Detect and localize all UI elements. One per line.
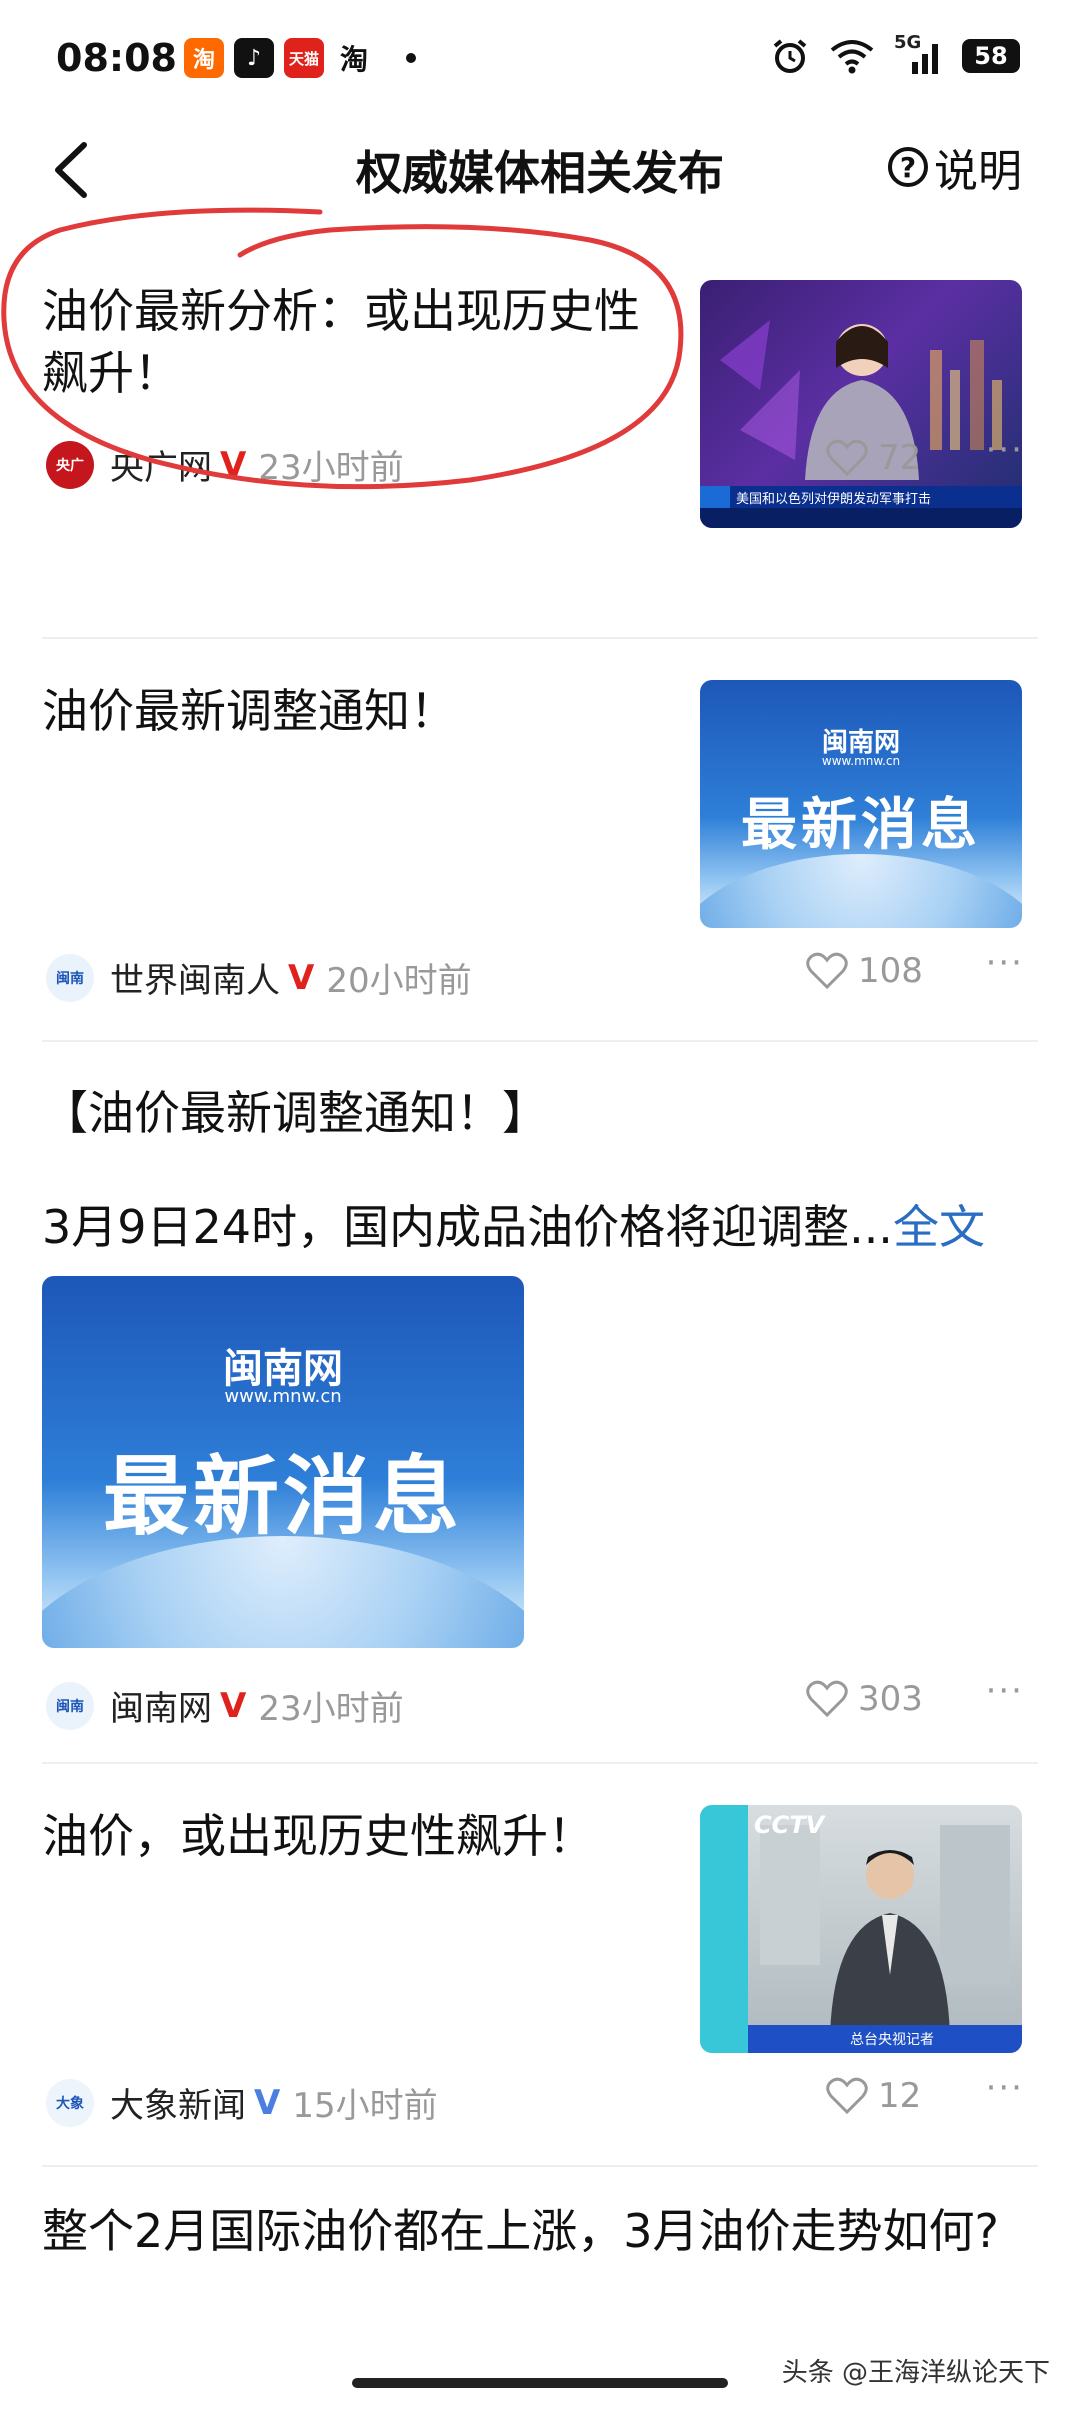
network-type: 5G [894, 32, 922, 53]
mnw-logo-icon: 闽南 [46, 953, 94, 1002]
alarm-icon [773, 39, 807, 73]
more-options-button[interactable]: ··· [986, 943, 1024, 983]
help-label: 说明 [934, 146, 1022, 197]
full-text-link[interactable]: 全文 [893, 1200, 985, 1254]
battery-icon: 58 [962, 39, 1020, 73]
more-options-button[interactable]: ··· [986, 2068, 1024, 2108]
earth-graphic [42, 1536, 524, 1648]
status-time: 08:08 [56, 36, 177, 80]
feed-item-meta: 央广 央广网 V 23小时前 [46, 440, 404, 489]
thumbnail-caption: 总台央视记者 [850, 2032, 934, 2048]
thumbnail-headline: 最新消息 [103, 1447, 463, 1547]
system-icons: 5G 58 [770, 32, 1020, 76]
source-name[interactable]: 闽南网 [110, 1681, 212, 1730]
like-button[interactable]: 303 [806, 1679, 923, 1719]
earth-graphic [700, 853, 1022, 928]
feed-item-title[interactable]: 【油价最新调整通知！】 [42, 1082, 1042, 1144]
feed-item-meta: 闽南 世界闽南人 V 20小时前 [46, 953, 472, 1002]
divider [42, 1040, 1038, 1042]
mnw-logo-icon: 闽南 [46, 1681, 94, 1730]
like-count: 12 [878, 2076, 922, 2116]
taobao-icon: 淘 [334, 38, 374, 78]
thumbnail-url: www.mnw.cn [821, 754, 901, 768]
publish-time: 23小时前 [258, 448, 404, 488]
notification-icons: 淘 ♪ 天猫 淘 [184, 38, 416, 78]
more-options-button[interactable]: ··· [986, 430, 1024, 470]
feed-item-thumbnail[interactable]: 美国和以色列对伊朗发动军事打击 [700, 280, 1022, 528]
feed-item-title[interactable]: 油价最新分析：或出现历史性飙升！ [42, 280, 682, 404]
taobao-tejia-icon: 淘 [184, 38, 224, 78]
divider [42, 1762, 1038, 1764]
nav-bar: 权威媒体相关发布 ? 说明 [0, 115, 1080, 225]
like-count: 72 [878, 438, 922, 478]
verified-badge-icon: V [254, 2082, 281, 2123]
thumbnail-headline: 最新消息 [741, 793, 981, 858]
help-button[interactable]: ? 说明 [888, 135, 1022, 199]
publish-time: 15小时前 [292, 2086, 438, 2126]
excerpt-text: 3月9日24时，国内成品油价格将迎调整... [42, 1200, 893, 1254]
feed-item-title[interactable]: 油价最新调整通知！ [42, 680, 682, 742]
divider [42, 2165, 1038, 2167]
feed-item-thumbnail[interactable]: CCTV 总台央视记者 [700, 1805, 1022, 2053]
feed-item[interactable]: 油价最新分析：或出现历史性飙升！ 美国和以色列对伊朗发动军事打击 央广 央广网 … [0, 270, 1080, 640]
heart-icon [806, 1680, 848, 1718]
heart-icon [826, 439, 868, 477]
verified-badge-icon: V [288, 957, 315, 998]
like-button[interactable]: 12 [826, 2076, 921, 2116]
dxxw-logo-icon: 大象 [46, 2078, 94, 2127]
divider [42, 637, 1038, 639]
douyin-icon: ♪ [234, 38, 274, 78]
home-indicator[interactable] [352, 2378, 728, 2388]
feed-item[interactable]: 【油价最新调整通知！】 3月9日24时，国内成品油价格将迎调整...全文 闽南网… [0, 1070, 1080, 1760]
heart-icon [806, 952, 848, 990]
feed-item-meta: 大象 大象新闻 V 15小时前 [46, 2078, 438, 2127]
news-anchor-image [700, 1805, 1022, 2053]
cnr-logo-icon: 央广 [46, 440, 94, 489]
like-count: 108 [858, 951, 923, 991]
like-button[interactable]: 72 [826, 438, 921, 478]
feed-item-title[interactable]: 整个2月国际油价都在上涨，3月油价走势如何? [42, 2200, 1042, 2262]
cctv-logo-icon: CCTV [754, 1811, 825, 1839]
source-name[interactable]: 大象新闻 [110, 2078, 246, 2127]
more-options-button[interactable]: ··· [986, 1671, 1024, 1711]
feed-item[interactable]: 油价，或出现历史性飙升！ CCTV 总台央视记者 大象 大象新闻 V 15小时前… [0, 1795, 1080, 2165]
like-button[interactable]: 108 [806, 951, 923, 991]
verified-badge-icon: V [220, 1685, 247, 1726]
feed-item[interactable]: 油价最新调整通知！ 闽南网 www.mnw.cn 最新消息 闽南 世界闽南人 V… [0, 670, 1080, 1040]
status-bar: 08:08 淘 ♪ 天猫 淘 5G 58 [0, 0, 1080, 120]
publish-time: 20小时前 [326, 961, 472, 1001]
publish-time: 23小时前 [258, 1689, 404, 1729]
feed-item-excerpt[interactable]: 3月9日24时，国内成品油价格将迎调整...全文 [42, 1196, 985, 1258]
feed-item-thumbnail[interactable]: 闽南网 www.mnw.cn 最新消息 [700, 680, 1022, 928]
thumbnail-url: www.mnw.cn [224, 1386, 342, 1407]
watermark-label: 头条 @王海洋纵论天下 [781, 2358, 1050, 2388]
more-notifications-dot [406, 53, 416, 63]
question-icon: ? [888, 147, 928, 187]
like-count: 303 [858, 1679, 923, 1719]
signal-icon: 5G [894, 32, 944, 76]
tmall-icon: 天猫 [284, 38, 324, 78]
verified-badge-icon: V [220, 444, 247, 485]
wifi-icon [830, 40, 874, 74]
feed-item-meta: 闽南 闽南网 V 23小时前 [46, 1681, 404, 1730]
feed-item-image[interactable]: 闽南网 www.mnw.cn 最新消息 [42, 1276, 524, 1648]
source-name[interactable]: 世界闽南人 [110, 953, 280, 1002]
thumbnail-caption: 美国和以色列对伊朗发动军事打击 [736, 492, 932, 507]
feed-item-title[interactable]: 油价，或出现历史性飙升！ [42, 1805, 682, 1867]
source-name[interactable]: 央广网 [110, 440, 212, 489]
heart-icon [826, 2077, 868, 2115]
